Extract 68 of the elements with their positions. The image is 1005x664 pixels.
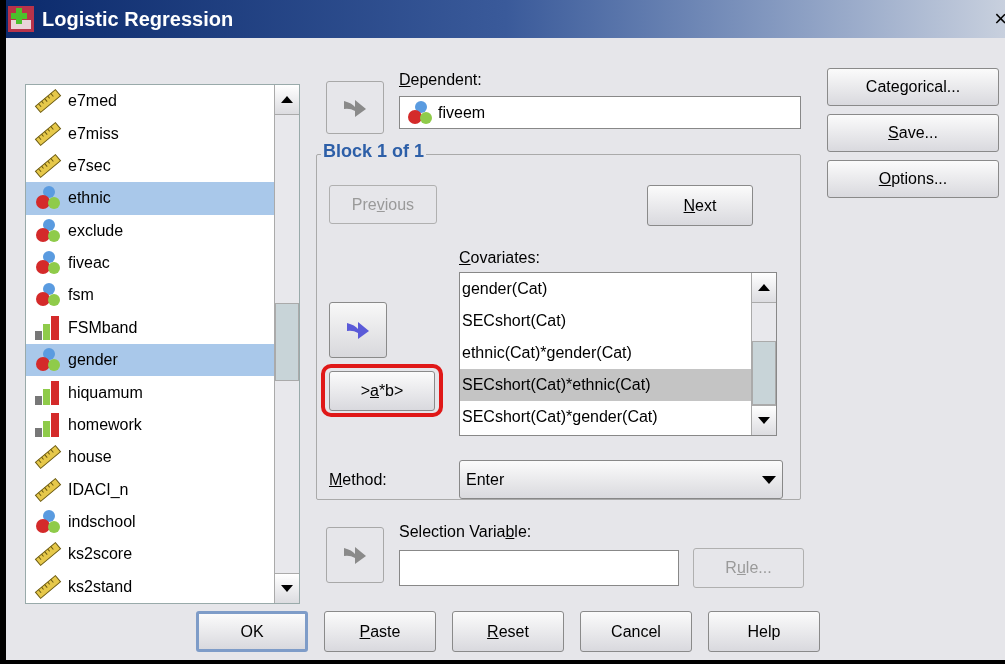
up-triangle-icon bbox=[758, 284, 770, 291]
dependent-field[interactable]: fiveem bbox=[399, 96, 801, 129]
next-button[interactable]: Next bbox=[647, 185, 753, 226]
down-triangle-icon bbox=[762, 475, 776, 484]
interaction-button[interactable]: >a*b> bbox=[329, 371, 435, 411]
balls-icon bbox=[34, 509, 62, 536]
variable-item[interactable]: gender bbox=[26, 344, 274, 377]
variable-item[interactable]: hiquamum bbox=[26, 376, 274, 409]
dialog-button[interactable]: Cancel bbox=[580, 611, 692, 652]
dialog-button[interactable]: Reset bbox=[452, 611, 564, 652]
variable-item[interactable]: fiveac bbox=[26, 246, 274, 280]
selection-variable-field[interactable] bbox=[399, 550, 679, 586]
down-triangle-icon bbox=[281, 585, 293, 592]
selection-variable-label: Selection Variable: bbox=[399, 522, 533, 542]
balls-icon bbox=[406, 99, 434, 126]
bar-chart-icon bbox=[34, 379, 62, 406]
move-arrow-button[interactable] bbox=[329, 302, 387, 358]
balls-icon bbox=[34, 185, 62, 212]
scroll-down-button[interactable] bbox=[752, 405, 776, 435]
bar-chart-icon bbox=[34, 411, 62, 438]
dialog-button[interactable]: Help bbox=[708, 611, 820, 652]
variable-item[interactable]: e7med bbox=[26, 85, 274, 118]
bar-chart-icon bbox=[34, 314, 62, 341]
covariate-item[interactable]: SECshort(Cat) bbox=[460, 305, 751, 337]
variable-item[interactable]: homework bbox=[26, 408, 274, 442]
variable-item[interactable]: e7miss bbox=[26, 117, 274, 150]
right-arrow-icon bbox=[342, 544, 368, 566]
down-triangle-icon bbox=[758, 417, 770, 424]
covariate-item[interactable]: gender(Cat) bbox=[460, 273, 751, 305]
window-title: Logistic Regression bbox=[42, 7, 234, 32]
covariates-label: Covariates: bbox=[459, 248, 541, 268]
scroll-thumb[interactable] bbox=[752, 341, 776, 405]
balls-icon bbox=[34, 347, 62, 374]
variable-item[interactable]: ks2stand bbox=[26, 570, 274, 603]
dependent-label: Dependent: bbox=[399, 70, 483, 90]
variable-item[interactable]: indschool bbox=[26, 505, 274, 539]
scroll-up-button[interactable] bbox=[275, 85, 299, 115]
variable-item[interactable]: ethnic bbox=[26, 182, 274, 215]
balls-icon bbox=[34, 250, 62, 277]
dialog-button[interactable]: Options... bbox=[827, 160, 999, 198]
block-title: Block 1 of 1 bbox=[321, 142, 427, 160]
dialog-button[interactable]: Categorical... bbox=[827, 68, 999, 106]
variable-item[interactable]: IDACI_n bbox=[26, 473, 274, 506]
covariate-item[interactable]: ethnic(Cat)*gender(Cat) bbox=[460, 337, 751, 369]
balls-icon bbox=[34, 217, 62, 244]
variable-item[interactable]: FSMband bbox=[26, 311, 274, 344]
variable-item[interactable]: ks2score bbox=[26, 538, 274, 571]
covariate-item[interactable]: SECshort(Cat)*gender(Cat) bbox=[460, 401, 751, 433]
dialog-button[interactable]: Save... bbox=[827, 114, 999, 152]
method-dropdown[interactable]: Enter bbox=[459, 460, 783, 499]
dialog-button[interactable]: Paste bbox=[324, 611, 436, 652]
variable-item[interactable]: house bbox=[26, 441, 274, 474]
scrollbar[interactable] bbox=[274, 85, 299, 603]
variable-item[interactable]: fsm bbox=[26, 279, 274, 312]
dialog-button[interactable]: OK bbox=[196, 611, 308, 652]
scroll-thumb[interactable] bbox=[275, 303, 299, 381]
method-label: Method: bbox=[329, 469, 388, 490]
close-button[interactable]: × bbox=[994, 8, 1005, 30]
scroll-down-button[interactable] bbox=[275, 573, 299, 603]
right-arrow-icon bbox=[345, 319, 371, 341]
scroll-up-button[interactable] bbox=[752, 273, 776, 303]
app-icon bbox=[8, 6, 34, 32]
covariate-item[interactable]: SECshort(Cat)*ethnic(Cat) bbox=[460, 369, 751, 401]
balls-icon bbox=[34, 282, 62, 309]
up-triangle-icon bbox=[281, 96, 293, 103]
variable-item[interactable]: exclude bbox=[26, 214, 274, 247]
variable-item[interactable]: e7sec bbox=[26, 149, 274, 183]
scrollbar[interactable] bbox=[751, 273, 776, 435]
